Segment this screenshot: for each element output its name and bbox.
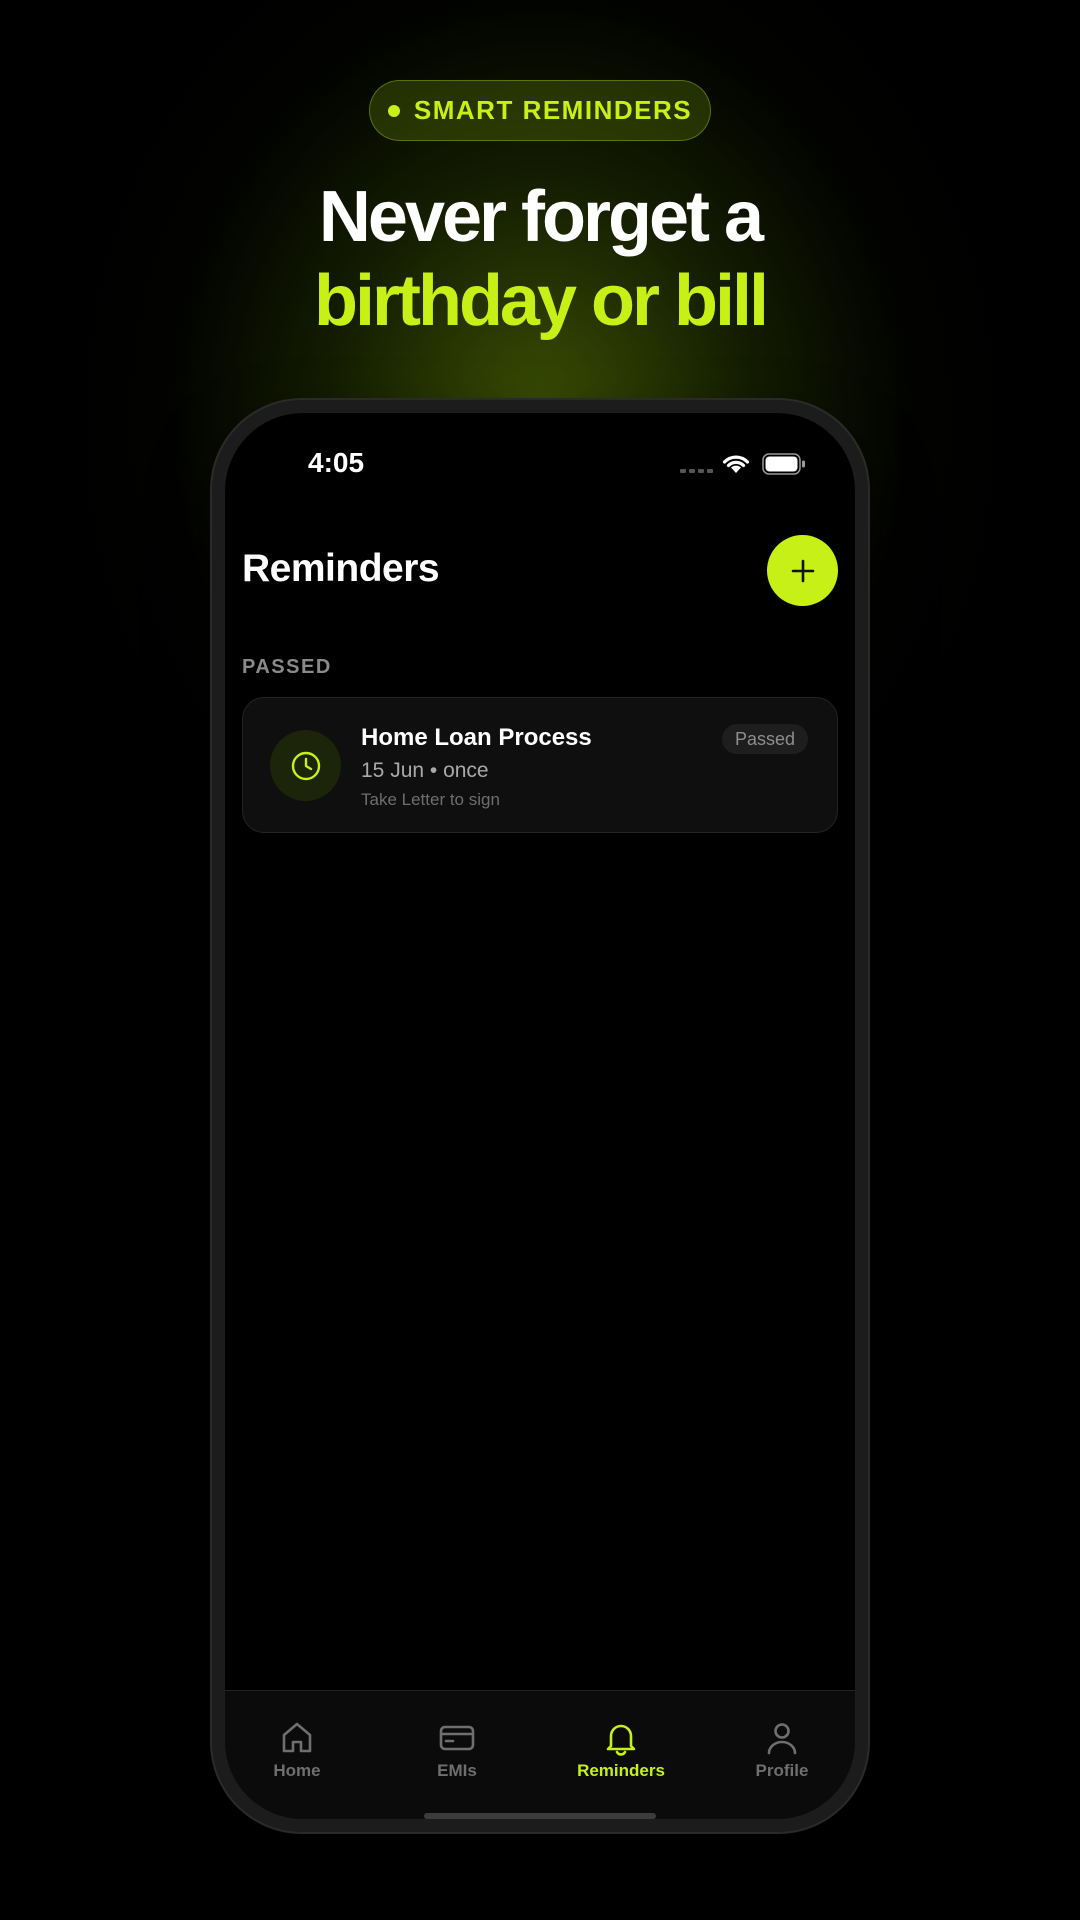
reminder-date: 15 Jun • once — [361, 759, 489, 782]
tab-profile[interactable]: Profile — [722, 1719, 842, 1781]
clock-icon — [270, 730, 341, 801]
battery-icon — [762, 453, 805, 475]
badge-label: SMART REMINDERS — [413, 95, 693, 125]
status-badge: Passed — [722, 724, 809, 754]
tab-reminders[interactable]: Reminders — [561, 1719, 681, 1781]
status-time: 4:05 — [308, 447, 365, 478]
tab-bar: Home EMIs Reminders Profile — [225, 1690, 855, 1819]
card-icon — [439, 1725, 475, 1751]
phone-screen: 4:05 Reminders PASSED Home Loan Process … — [225, 413, 855, 1819]
cellular-signal-icon — [680, 469, 713, 473]
home-icon — [282, 1722, 312, 1753]
bell-icon — [606, 1724, 636, 1756]
headline-line-1: Never forget a — [318, 177, 764, 257]
page-title: Reminders — [242, 547, 440, 590]
tab-reminders-label: Reminders — [577, 1761, 665, 1780]
section-label-passed: PASSED — [242, 656, 332, 678]
tab-emis-label: EMIs — [437, 1761, 477, 1780]
tab-home-label: Home — [273, 1761, 321, 1780]
tab-emis[interactable]: EMIs — [397, 1719, 517, 1781]
reminder-card[interactable]: Home Loan Process 15 Jun • once Take Let… — [242, 697, 838, 833]
phone-frame: 4:05 Reminders PASSED Home Loan Process … — [210, 398, 870, 1834]
add-reminder-button[interactable] — [767, 535, 838, 606]
promo-headline: Never forget a birthday or bill — [0, 175, 1080, 343]
reminder-note: Take Letter to sign — [361, 790, 500, 809]
tab-profile-label: Profile — [755, 1761, 809, 1780]
home-indicator — [424, 1813, 656, 1819]
feature-badge: SMART REMINDERS — [369, 80, 711, 141]
headline-line-2: birthday or bill — [313, 261, 769, 341]
tab-home[interactable]: Home — [237, 1719, 357, 1781]
reminder-title: Home Loan Process — [361, 724, 592, 751]
person-icon — [767, 1723, 797, 1755]
wifi-icon — [722, 455, 750, 473]
plus-icon — [791, 559, 814, 582]
badge-dot — [387, 104, 400, 117]
